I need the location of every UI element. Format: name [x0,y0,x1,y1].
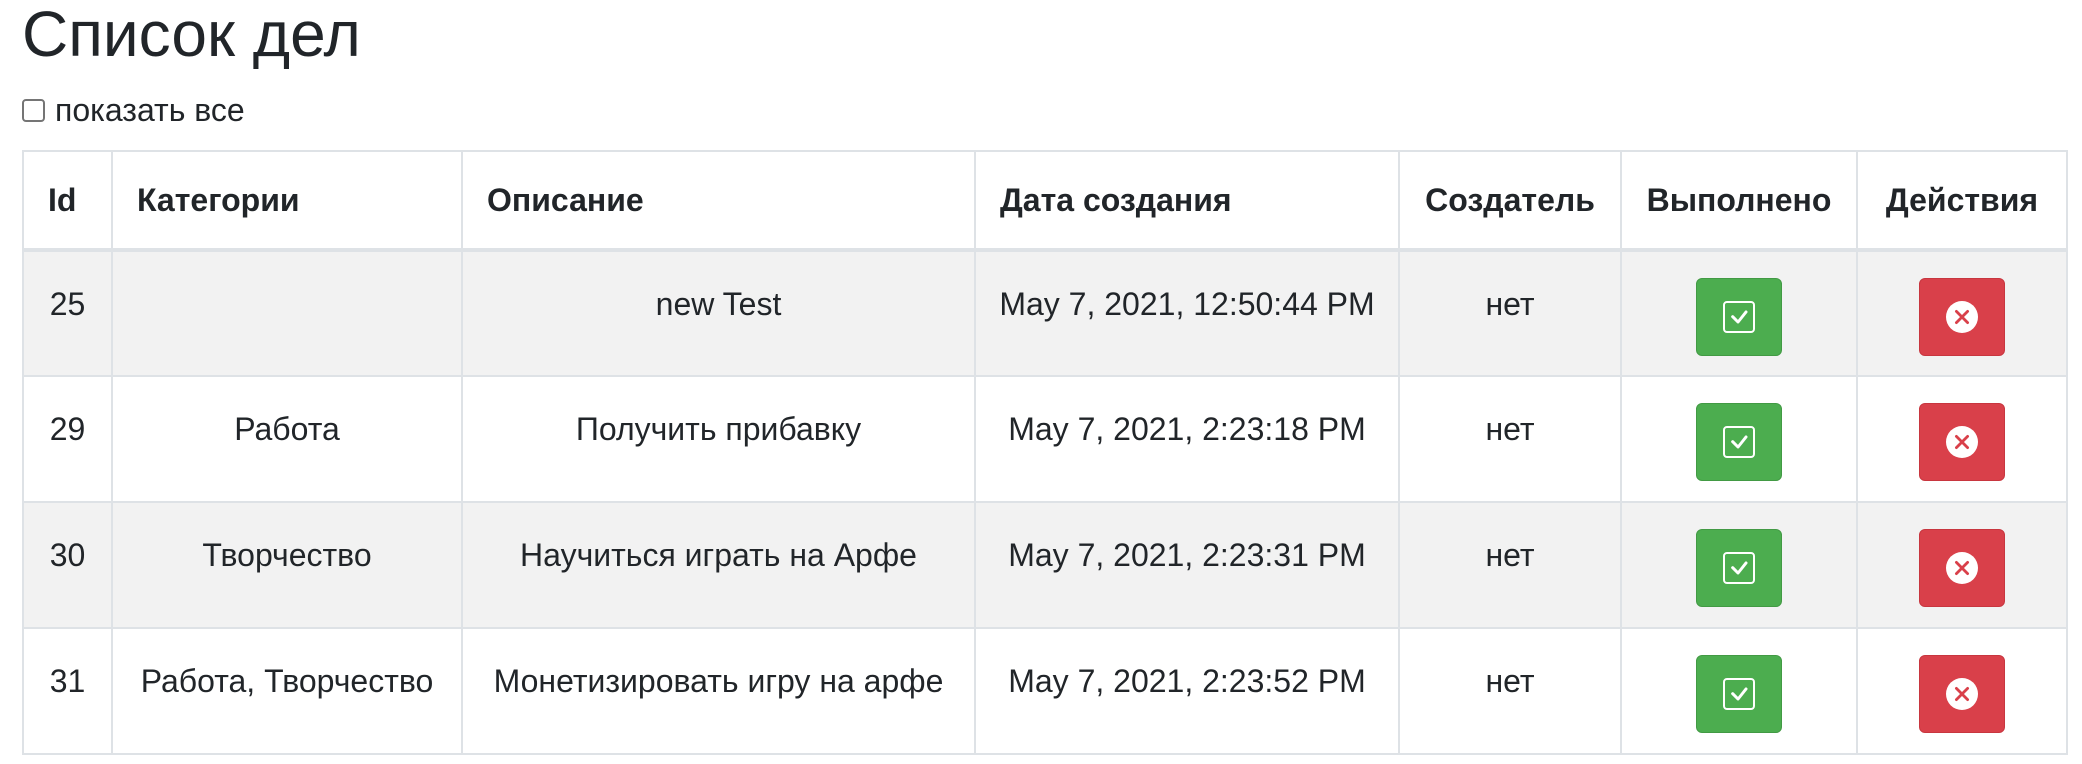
header-description: Описание [461,150,976,252]
cell-categories: Работа, Творчество [111,627,463,755]
cell-actions [1856,627,2068,755]
cell-creator: нет [1398,627,1622,755]
table-row: 31 Работа, Творчество Монетизировать игр… [22,627,2068,755]
header-done: Выполнено [1620,150,1858,252]
cell-categories [111,249,463,377]
cell-creator: нет [1398,501,1622,629]
cell-created: May 7, 2021, 2:23:18 PM [974,375,1400,503]
page-title: Список дел [22,0,361,70]
cell-description: Научиться играть на Арфе [461,501,976,629]
header-id: Id [22,150,113,252]
cell-actions [1856,249,2068,377]
cell-done [1620,249,1858,377]
header-created: Дата создания [974,150,1400,252]
show-all-label: показать все [55,91,245,128]
table-row: 30 Творчество Научиться играть на Арфе M… [22,501,2068,629]
cell-created: May 7, 2021, 12:50:44 PM [974,249,1400,377]
cell-done [1620,501,1858,629]
mark-done-button[interactable] [1696,403,1782,481]
delete-button[interactable] [1919,529,2005,607]
cell-id: 31 [22,627,113,755]
check-square-icon [1723,552,1755,584]
cell-actions [1856,501,2068,629]
table-row: 25 new Test May 7, 2021, 12:50:44 PM нет [22,249,2068,377]
table-header-row: Id Категории Описание Дата создания Созд… [22,150,2068,252]
mark-done-button[interactable] [1696,655,1782,733]
cell-id: 29 [22,375,113,503]
cell-created: May 7, 2021, 2:23:31 PM [974,501,1400,629]
header-creator: Создатель [1398,150,1622,252]
cell-categories: Творчество [111,501,463,629]
cell-actions [1856,375,2068,503]
x-circle-icon [1946,678,1978,710]
page: Список дел показать все Id Категории Опи… [0,0,2082,764]
header-actions: Действия [1856,150,2068,252]
table-row: 29 Работа Получить прибавку May 7, 2021,… [22,375,2068,503]
show-all-checkbox[interactable] [22,98,45,122]
x-circle-icon [1946,552,1978,584]
delete-button[interactable] [1919,403,2005,481]
cell-done [1620,627,1858,755]
mark-done-button[interactable] [1696,278,1782,356]
delete-button[interactable] [1919,655,2005,733]
show-all-toggle[interactable]: показать все [22,90,245,130]
cell-creator: нет [1398,375,1622,503]
check-square-icon [1723,426,1755,458]
check-square-icon [1723,301,1755,333]
x-circle-icon [1946,301,1978,333]
cell-creator: нет [1398,249,1622,377]
cell-description: Монетизировать игру на арфе [461,627,976,755]
cell-categories: Работа [111,375,463,503]
cell-done [1620,375,1858,503]
header-categories: Категории [111,150,463,252]
check-square-icon [1723,678,1755,710]
cell-id: 30 [22,501,113,629]
x-circle-icon [1946,426,1978,458]
cell-id: 25 [22,249,113,377]
delete-button[interactable] [1919,278,2005,356]
mark-done-button[interactable] [1696,529,1782,607]
cell-created: May 7, 2021, 2:23:52 PM [974,627,1400,755]
cell-description: new Test [461,249,976,377]
todo-table: Id Категории Описание Дата создания Созд… [22,150,2068,755]
cell-description: Получить прибавку [461,375,976,503]
